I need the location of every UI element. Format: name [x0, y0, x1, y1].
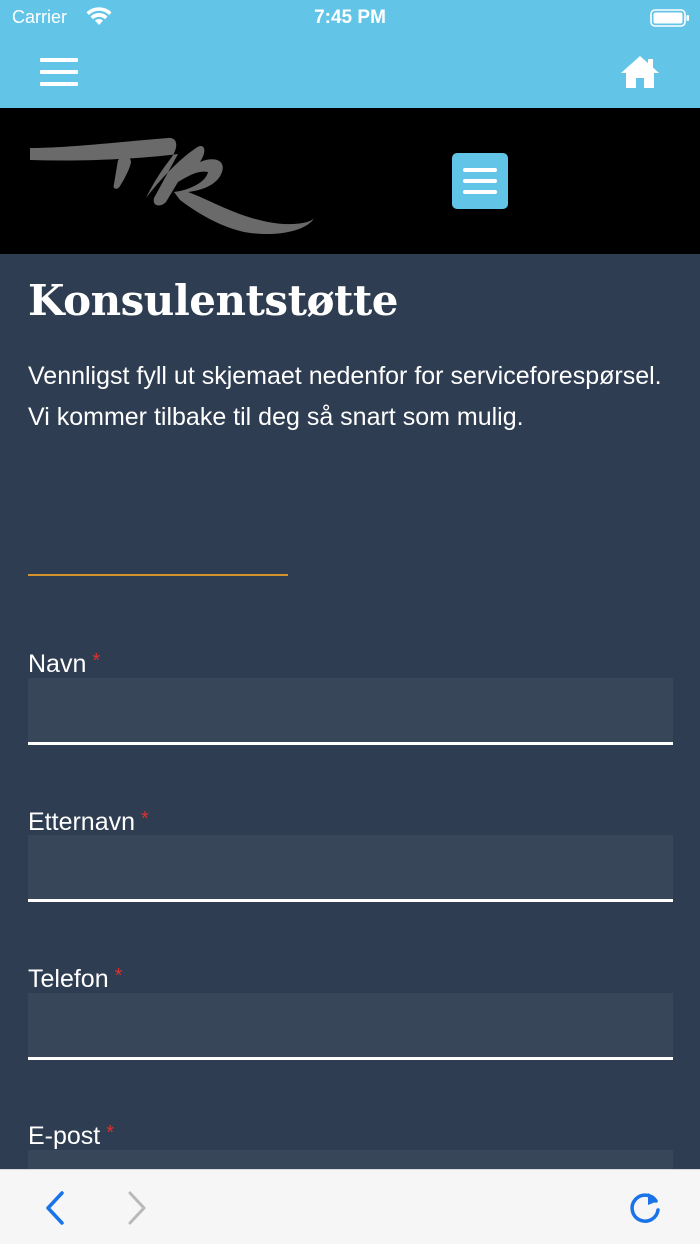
clock: 7:45 PM: [314, 7, 386, 28]
label-text: E-post: [28, 1122, 101, 1150]
page-title: Konsulentstøtte: [28, 276, 399, 325]
status-bar: Carrier 7:45 PM: [0, 0, 700, 36]
chevron-right-icon[interactable]: [122, 1190, 152, 1230]
battery-icon: [650, 9, 690, 31]
chevron-left-icon[interactable]: [40, 1190, 70, 1230]
field-label-telefon: Telefon *: [28, 965, 122, 994]
label-text: Telefon: [28, 965, 109, 993]
name-input[interactable]: [28, 678, 673, 745]
label-text: Navn: [28, 650, 87, 678]
field-label-navn: Navn *: [28, 650, 100, 679]
reload-icon[interactable]: [626, 1189, 664, 1231]
app-navbar: [0, 36, 700, 108]
site-header: [0, 108, 700, 254]
browser-toolbar: [0, 1169, 700, 1244]
home-icon[interactable]: [618, 52, 662, 92]
intro-text: Vennligst fyll ut skjemaet nedenfor for …: [28, 362, 662, 431]
label-text: Etternavn: [28, 808, 136, 836]
required-marker: *: [92, 650, 101, 672]
hamburger-line: [463, 190, 497, 194]
required-marker: *: [114, 965, 123, 987]
field-label-etternavn: Etternavn *: [28, 808, 149, 837]
hamburger-line: [463, 179, 497, 183]
lastname-input[interactable]: [28, 835, 673, 902]
site-logo: [28, 120, 318, 249]
required-marker: *: [106, 1122, 115, 1144]
field-label-epost: E-post *: [28, 1122, 114, 1151]
section-divider: [28, 574, 288, 576]
site-menu-button[interactable]: [452, 153, 508, 209]
phone-input[interactable]: [28, 993, 673, 1060]
required-marker: *: [141, 808, 149, 830]
hamburger-menu-icon[interactable]: [36, 54, 82, 90]
hamburger-menu-icon: [463, 168, 497, 172]
